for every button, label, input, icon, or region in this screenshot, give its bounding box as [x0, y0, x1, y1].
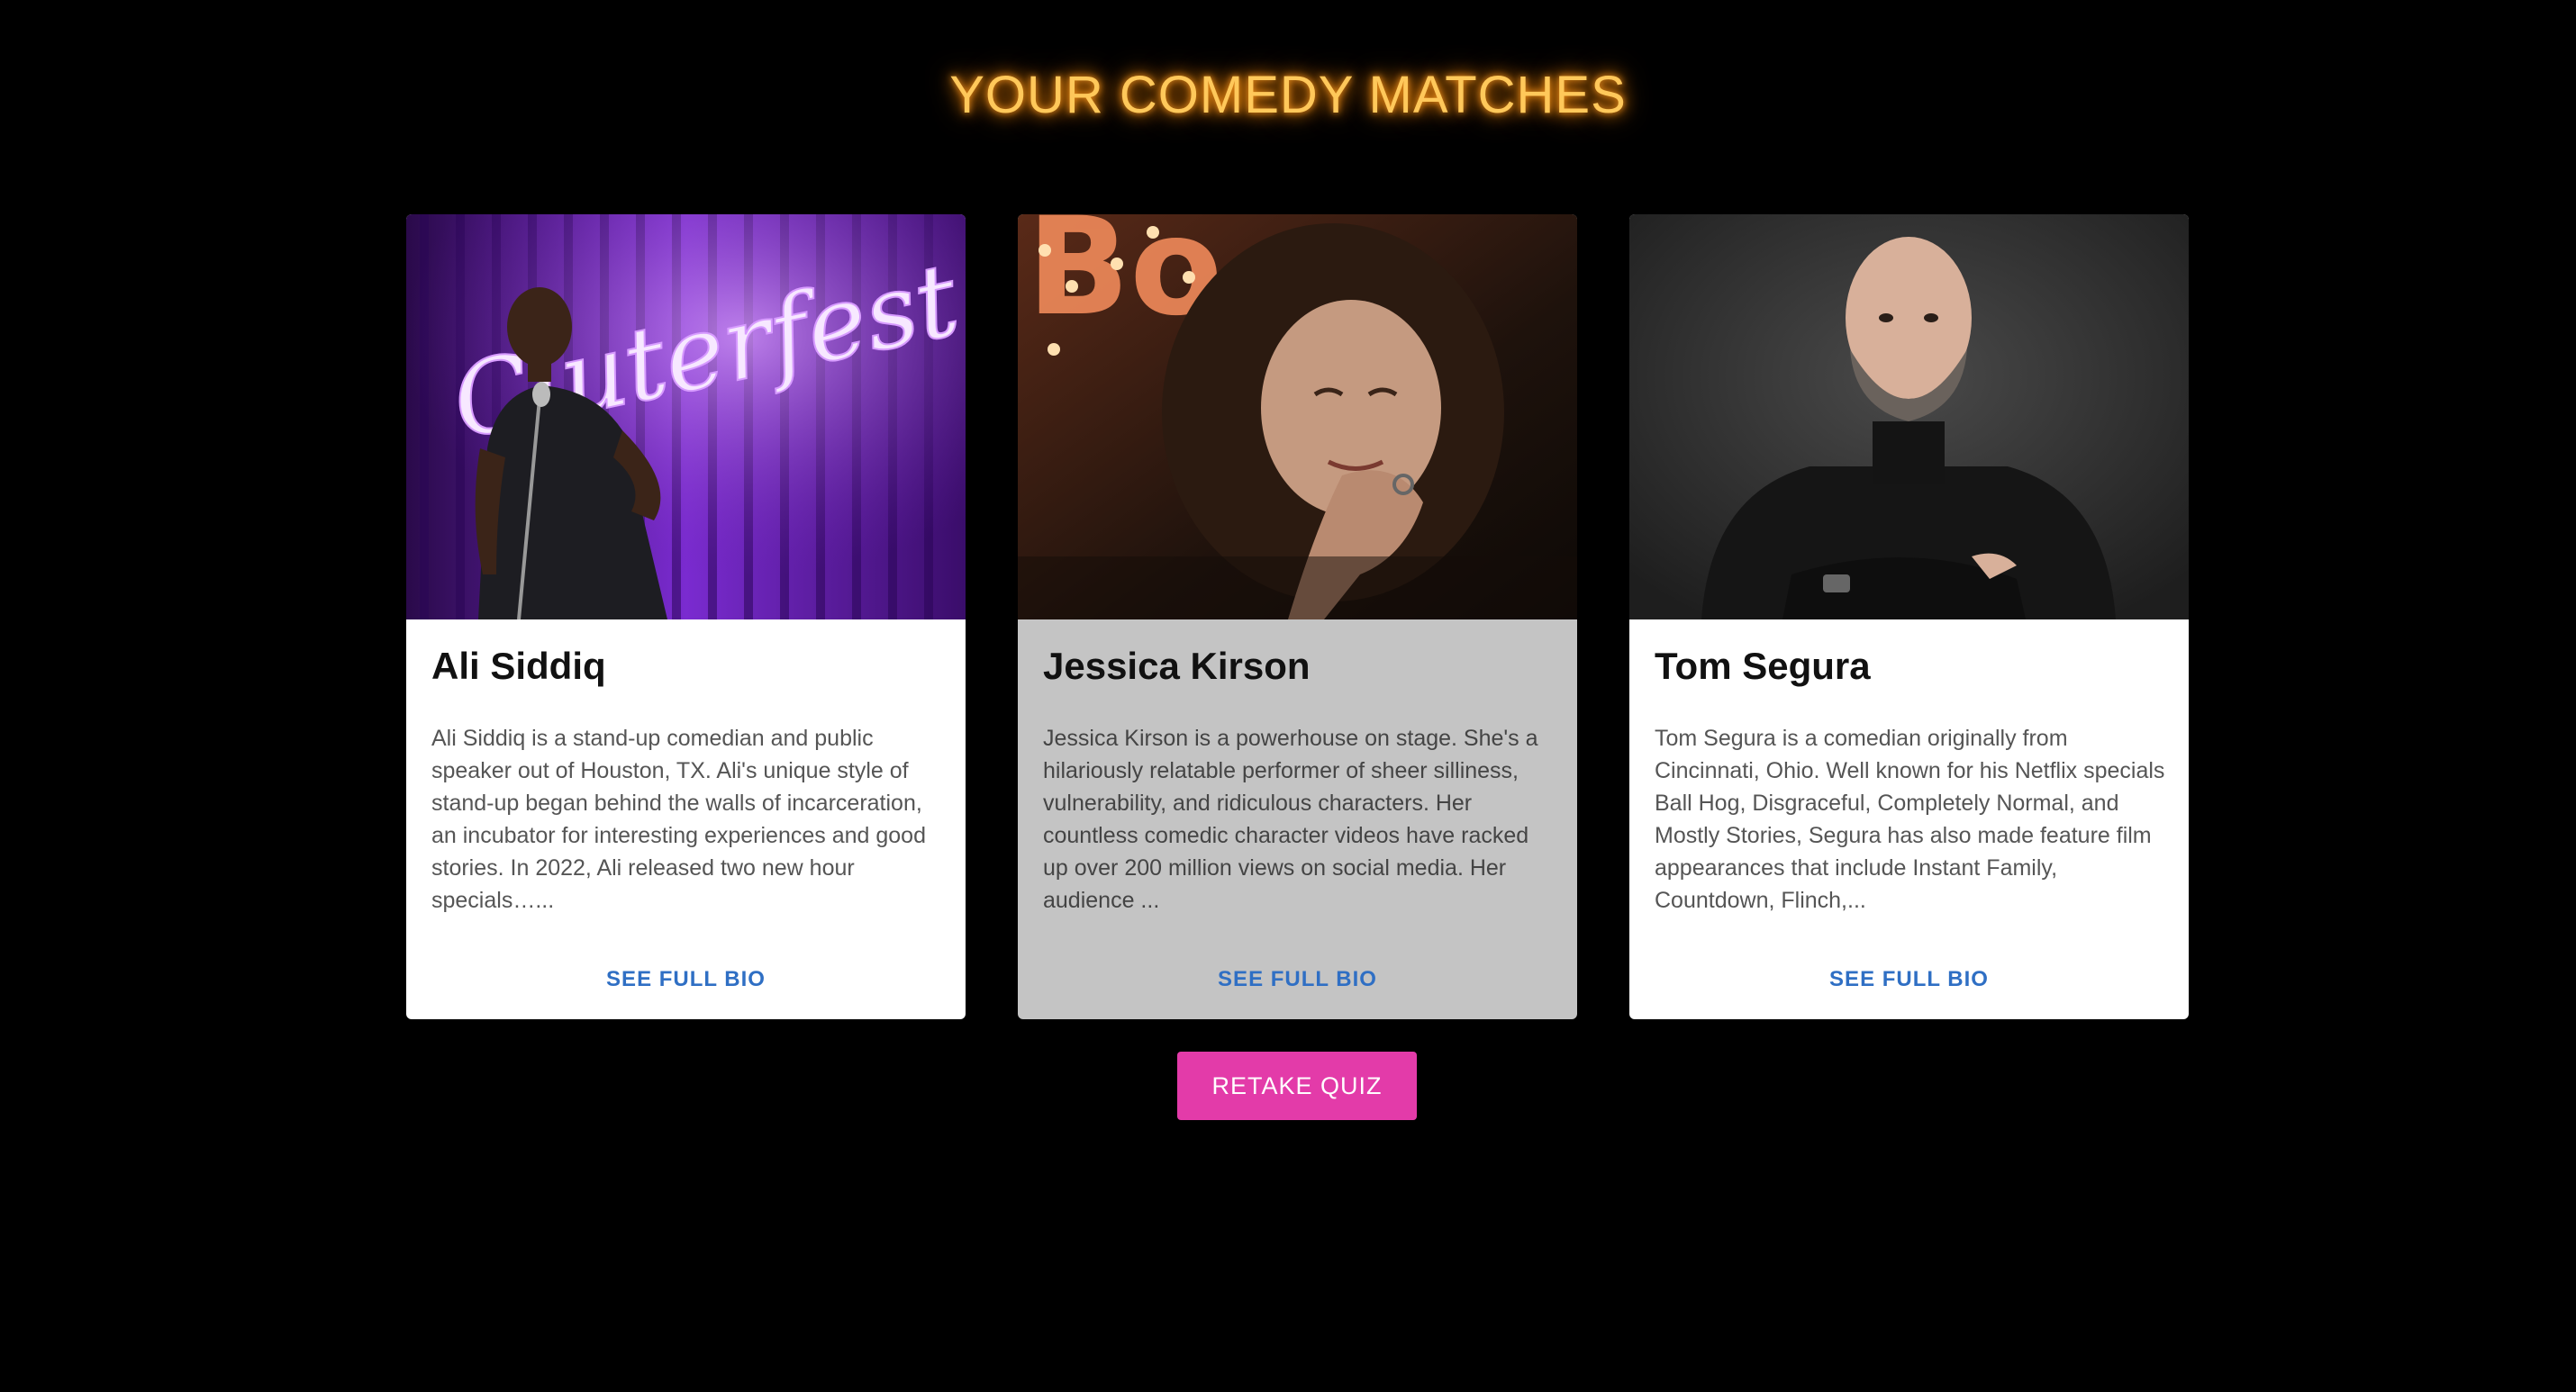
comedian-name: Jessica Kirson	[1043, 645, 1311, 687]
comedy-matches-page: YOUR COMEDY MATCHES Cluterfest Ali Siddi…	[0, 0, 2576, 1392]
comedian-bio: Ali Siddiq is a stand-up comedian and pu…	[431, 726, 926, 913]
neon-stage-photo: Cluterfest	[406, 214, 966, 619]
see-full-bio-link[interactable]: SEE FULL BIO	[406, 967, 966, 992]
match-cards: Cluterfest Ali Siddiq Ali Siddiq is a st…	[406, 214, 2190, 1019]
retake-quiz-button[interactable]: RETAKE QUIZ	[1177, 1052, 1417, 1120]
comedian-photo	[1629, 214, 2189, 619]
page-title: YOUR COMEDY MATCHES	[949, 66, 1627, 124]
marquee-photo: Bo	[1018, 214, 1577, 619]
comedian-bio: Jessica Kirson is a powerhouse on stage.…	[1043, 726, 1538, 913]
comedian-bio: Tom Segura is a comedian originally from…	[1655, 726, 2165, 913]
match-card-jessica-kirson: Bo Jessica Kirson Jessica Kirson is a po…	[1018, 214, 1577, 1019]
comedian-photo: Cluterfest	[406, 214, 966, 619]
see-full-bio-link[interactable]: SEE FULL BIO	[1629, 967, 2189, 992]
match-card-tom-segura: Tom Segura Tom Segura is a comedian orig…	[1629, 214, 2189, 1019]
comedian-name: Tom Segura	[1655, 645, 1871, 687]
comedian-photo: Bo	[1018, 214, 1577, 619]
match-card-ali-siddiq: Cluterfest Ali Siddiq Ali Siddiq is a st…	[406, 214, 966, 1019]
studio-portrait-photo	[1629, 214, 2189, 619]
comedian-name: Ali Siddiq	[431, 645, 606, 687]
see-full-bio-link[interactable]: SEE FULL BIO	[1018, 967, 1577, 992]
